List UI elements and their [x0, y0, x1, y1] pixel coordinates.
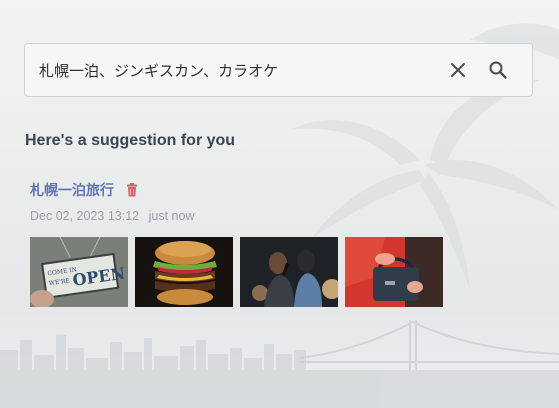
- burger-image[interactable]: [135, 237, 233, 307]
- suggestion-heading: Here's a suggestion for you: [25, 132, 236, 149]
- search-button[interactable]: [480, 52, 516, 88]
- search-icon: [489, 61, 507, 79]
- search-input[interactable]: 札幌一泊、ジンギスカン、カラオケ: [25, 60, 440, 81]
- handbag-image[interactable]: [345, 237, 443, 307]
- karaoke-image[interactable]: [240, 237, 338, 307]
- suggestion-date: Dec 02, 2023 13:12: [30, 209, 140, 223]
- suggestion-meta: Dec 02, 2023 13:12 just now: [30, 209, 194, 223]
- background-skyline: [0, 320, 559, 408]
- suggestion-images: COME IN WE'RE OPEN: [30, 237, 443, 307]
- trash-icon: [127, 183, 137, 197]
- search-bar[interactable]: 札幌一泊、ジンギスカン、カラオケ: [24, 43, 533, 97]
- open-sign-image[interactable]: COME IN WE'RE OPEN: [30, 237, 128, 307]
- suggestion-title-row: 札幌一泊旅行: [30, 180, 138, 200]
- suggestion-title-link[interactable]: 札幌一泊旅行: [30, 180, 114, 200]
- clear-search-button[interactable]: [440, 52, 476, 88]
- delete-suggestion-button[interactable]: [126, 183, 138, 197]
- suggestion-relative-time: just now: [148, 209, 195, 223]
- close-icon: [451, 63, 465, 77]
